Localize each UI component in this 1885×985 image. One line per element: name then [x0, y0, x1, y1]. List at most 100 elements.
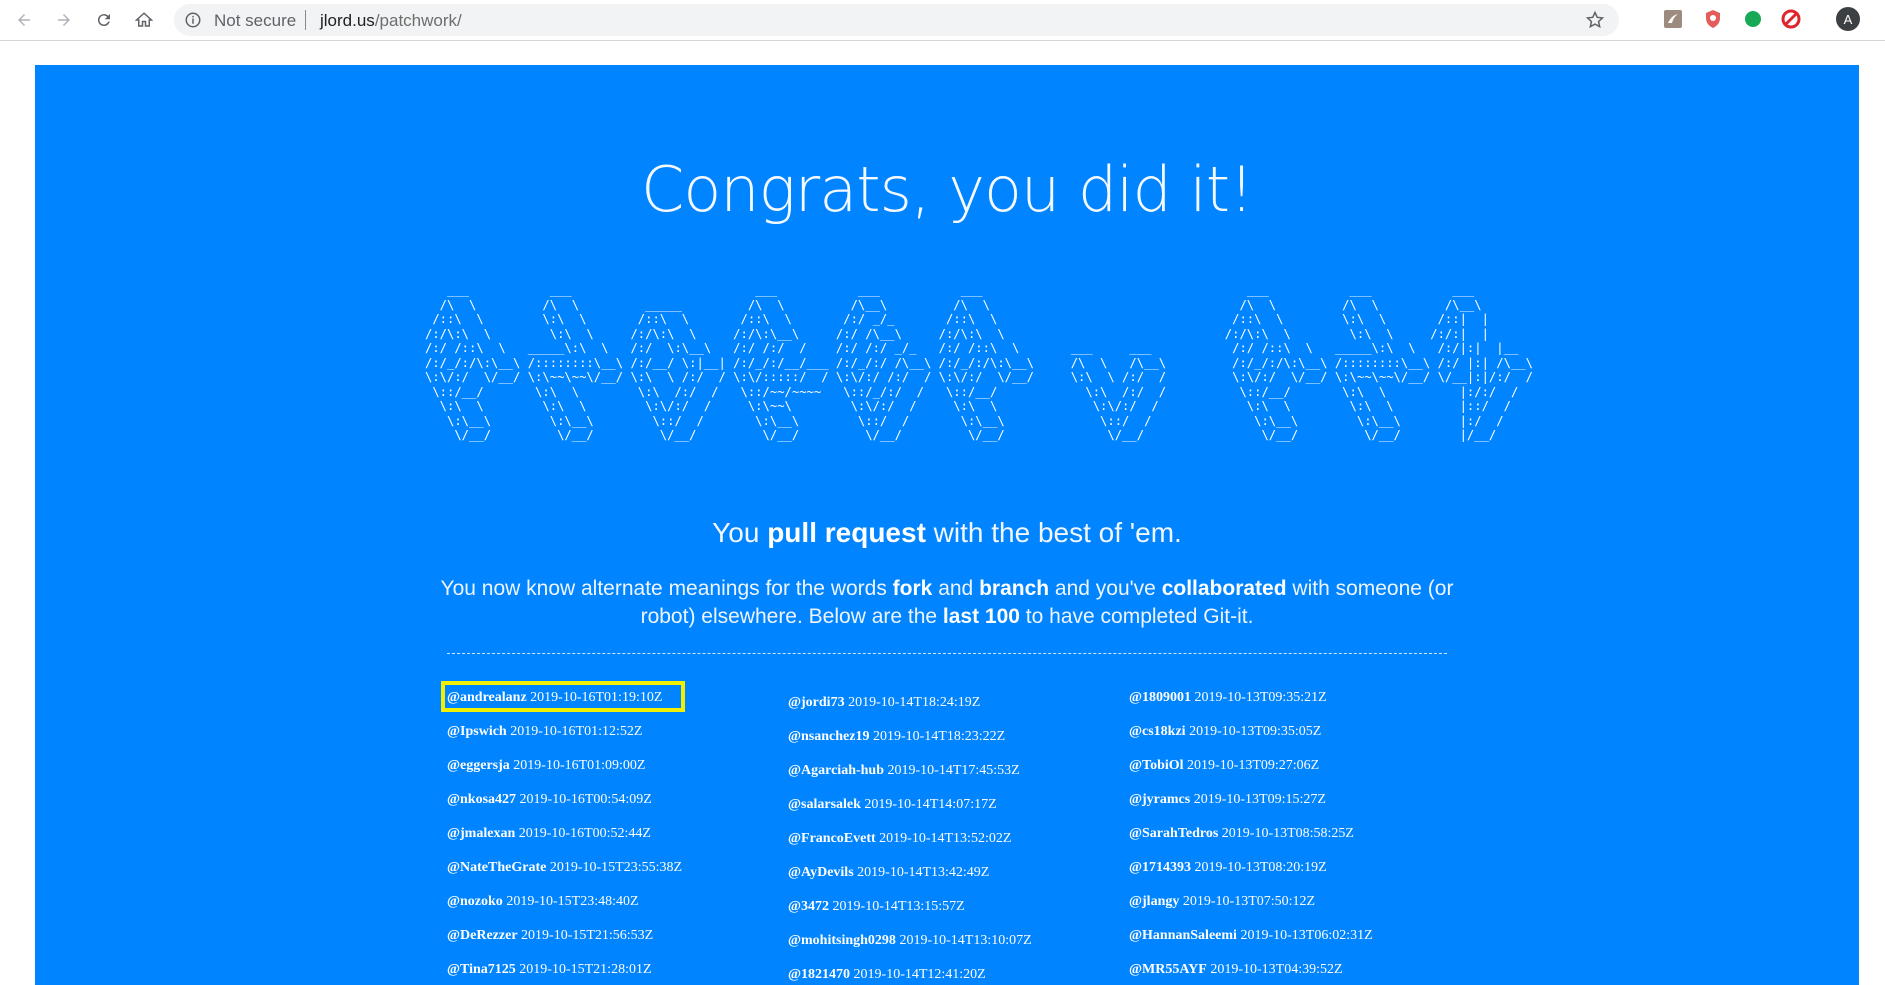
shield-extension-icon[interactable] [1703, 9, 1723, 29]
completions-column-1: @andrealanz 2019-10-16T01:19:10Z @Ipswich… [441, 681, 777, 985]
reload-icon [97, 14, 110, 27]
username-link[interactable]: @mohitsingh0298 [788, 933, 896, 948]
reload-button[interactable] [90, 6, 118, 34]
completion-timestamp: 2019-10-13T08:58:25Z [1221, 826, 1354, 841]
username-link[interactable]: @nkosa427 [447, 792, 516, 807]
description: You now know alternate meanings for the … [435, 575, 1459, 631]
green-extension-icon[interactable] [1743, 9, 1763, 29]
completion-timestamp: 2019-10-14T13:52:02Z [879, 831, 1012, 846]
username-link[interactable]: @salarsalek [788, 797, 861, 812]
username-link[interactable]: @MR55AYF [1129, 962, 1207, 977]
tagline-post: with the best of 'em. [925, 517, 1182, 548]
completion-timestamp: 2019-10-14T14:07:17Z [864, 797, 997, 812]
username-link[interactable]: @jyramcs [1129, 792, 1190, 807]
dashed-divider [447, 653, 1447, 654]
completion-entry: @DeRezzer 2019-10-15T21:56:53Z [447, 928, 777, 962]
completion-entry: @jyramcs 2019-10-13T09:15:27Z [1129, 792, 1459, 826]
completion-timestamp: 2019-10-14T18:24:19Z [848, 695, 981, 710]
completion-timestamp: 2019-10-14T13:10:07Z [899, 933, 1032, 948]
completion-timestamp: 2019-10-13T09:27:06Z [1187, 758, 1320, 773]
home-button[interactable] [130, 6, 158, 34]
completion-entry: @NateTheGrate 2019-10-15T23:55:38Z [447, 860, 777, 894]
highlighted-completion-entry: @andrealanz 2019-10-16T01:19:10Z [441, 681, 777, 724]
completion-entry: @mohitsingh0298 2019-10-14T13:10:07Z [788, 933, 1118, 967]
completion-entry: @nkosa427 2019-10-16T00:54:09Z [447, 792, 777, 826]
username-link[interactable]: @Ipswich [447, 724, 507, 739]
completion-timestamp: 2019-10-14T12:41:20Z [853, 967, 986, 982]
forward-button[interactable] [50, 6, 78, 34]
completion-entry: @cs18kzi 2019-10-13T09:35:05Z [1129, 724, 1459, 758]
username-link[interactable]: @SarahTedros [1129, 826, 1218, 841]
completions-column-2: @jordi73 2019-10-14T18:24:19Z @nsanchez19… [788, 695, 1118, 985]
username-link[interactable]: @FrancoEvett [788, 831, 876, 846]
home-icon [135, 12, 153, 27]
block-extension-icon[interactable] [1781, 9, 1801, 29]
completion-timestamp: 2019-10-13T09:15:27Z [1193, 792, 1326, 807]
address-bar[interactable]: Not secure jlord.us/patchwork/ [174, 4, 1619, 36]
completion-timestamp: 2019-10-13T09:35:21Z [1194, 690, 1327, 705]
username-link[interactable]: @DeRezzer [447, 928, 518, 943]
completion-timestamp: 2019-10-14T13:42:49Z [857, 865, 990, 880]
url-separator [305, 10, 306, 30]
info-icon[interactable] [184, 11, 202, 29]
username-link[interactable]: @AyDevils [788, 865, 854, 880]
tagline-bold: pull request [767, 517, 926, 548]
completion-entry: @jmalexan 2019-10-16T00:52:44Z [447, 826, 777, 860]
username-link[interactable]: @jlangy [1129, 894, 1179, 909]
profile-avatar[interactable]: A [1836, 7, 1860, 31]
completion-timestamp: 2019-10-13T09:35:05Z [1189, 724, 1322, 739]
username-link[interactable]: @1714393 [1129, 860, 1191, 875]
completion-timestamp: 2019-10-15T21:56:53Z [521, 928, 654, 943]
page-title: Congrats, you did it! [641, 153, 1254, 226]
url-text[interactable]: jlord.us/patchwork/ [320, 11, 462, 31]
completion-timestamp: 2019-10-15T21:28:01Z [519, 962, 652, 977]
completion-timestamp: 2019-10-13T06:02:31Z [1240, 928, 1373, 943]
desc-text-5: to have completed Git-it. [1019, 605, 1254, 628]
completion-entry: @3472 2019-10-14T13:15:57Z [788, 899, 1118, 933]
completion-entry: @eggersja 2019-10-16T01:09:00Z [447, 758, 777, 792]
pdf-extension-icon[interactable] [1663, 9, 1683, 29]
url-host: jlord.us [320, 11, 375, 30]
congrats-page: Congrats, you did it! ___ ___ ___ ___ __… [35, 65, 1859, 985]
completion-entry: @Ipswich 2019-10-16T01:12:52Z [447, 724, 777, 758]
desc-last-100: last 100 [942, 605, 1020, 628]
completion-timestamp: 2019-10-15T23:48:40Z [506, 894, 639, 909]
url-path: /patchwork/ [374, 11, 462, 30]
username-link[interactable]: @jordi73 [788, 695, 845, 710]
completion-entry: @HannanSaleemi 2019-10-13T06:02:31Z [1129, 928, 1459, 962]
arrow-right-icon [58, 14, 70, 26]
username-link[interactable]: @Tina7125 [447, 962, 516, 977]
completion-timestamp: 2019-10-16T01:09:00Z [513, 758, 646, 773]
username-link[interactable]: @nozoko [447, 894, 503, 909]
tagline: You pull request with the best of 'em. [35, 517, 1859, 549]
username-link[interactable]: @1821470 [788, 967, 850, 982]
security-label[interactable]: Not secure [214, 11, 296, 31]
completion-timestamp: 2019-10-13T08:20:19Z [1194, 860, 1327, 875]
completion-timestamp: 2019-10-14T13:15:57Z [832, 899, 965, 914]
username-link[interactable]: @eggersja [447, 758, 510, 773]
username-link[interactable]: @jmalexan [447, 826, 515, 841]
tagline-pre: You [712, 517, 768, 548]
desc-text-1: You now know alternate meanings for the … [440, 577, 893, 600]
completion-entry: @1809001 2019-10-13T09:35:21Z [1129, 690, 1459, 724]
completion-entry: @jlangy 2019-10-13T07:50:12Z [1129, 894, 1459, 928]
completion-timestamp: 2019-10-14T18:23:22Z [872, 729, 1006, 744]
username-link[interactable]: @3472 [788, 899, 829, 914]
username-link[interactable]: @nsanchez19 [788, 729, 869, 744]
username-link[interactable]: @Agarciah-hub [788, 763, 884, 778]
username-link[interactable]: @HannanSaleemi [1129, 928, 1237, 943]
back-button[interactable] [10, 6, 38, 34]
username-link[interactable]: @TobiOl [1129, 758, 1184, 773]
completion-entry: @nsanchez19 2019-10-14T18:23:22Z [788, 729, 1118, 763]
completion-entry: @AyDevils 2019-10-14T13:42:49Z [788, 865, 1118, 899]
username-link[interactable]: @andrealanz [447, 690, 527, 705]
bookmark-star-icon[interactable] [1585, 10, 1605, 30]
username-link[interactable]: @NateTheGrate [447, 860, 546, 875]
completion-entry: @nozoko 2019-10-15T23:48:40Z [447, 894, 777, 928]
completion-timestamp: 2019-10-16T00:52:44Z [518, 826, 651, 841]
arrow-left-icon [18, 14, 30, 26]
completion-timestamp: 2019-10-14T17:45:53Z [887, 763, 1020, 778]
completion-entry: @Tina7125 2019-10-15T21:28:01Z [447, 962, 777, 985]
username-link[interactable]: @cs18kzi [1129, 724, 1186, 739]
username-link[interactable]: @1809001 [1129, 690, 1191, 705]
